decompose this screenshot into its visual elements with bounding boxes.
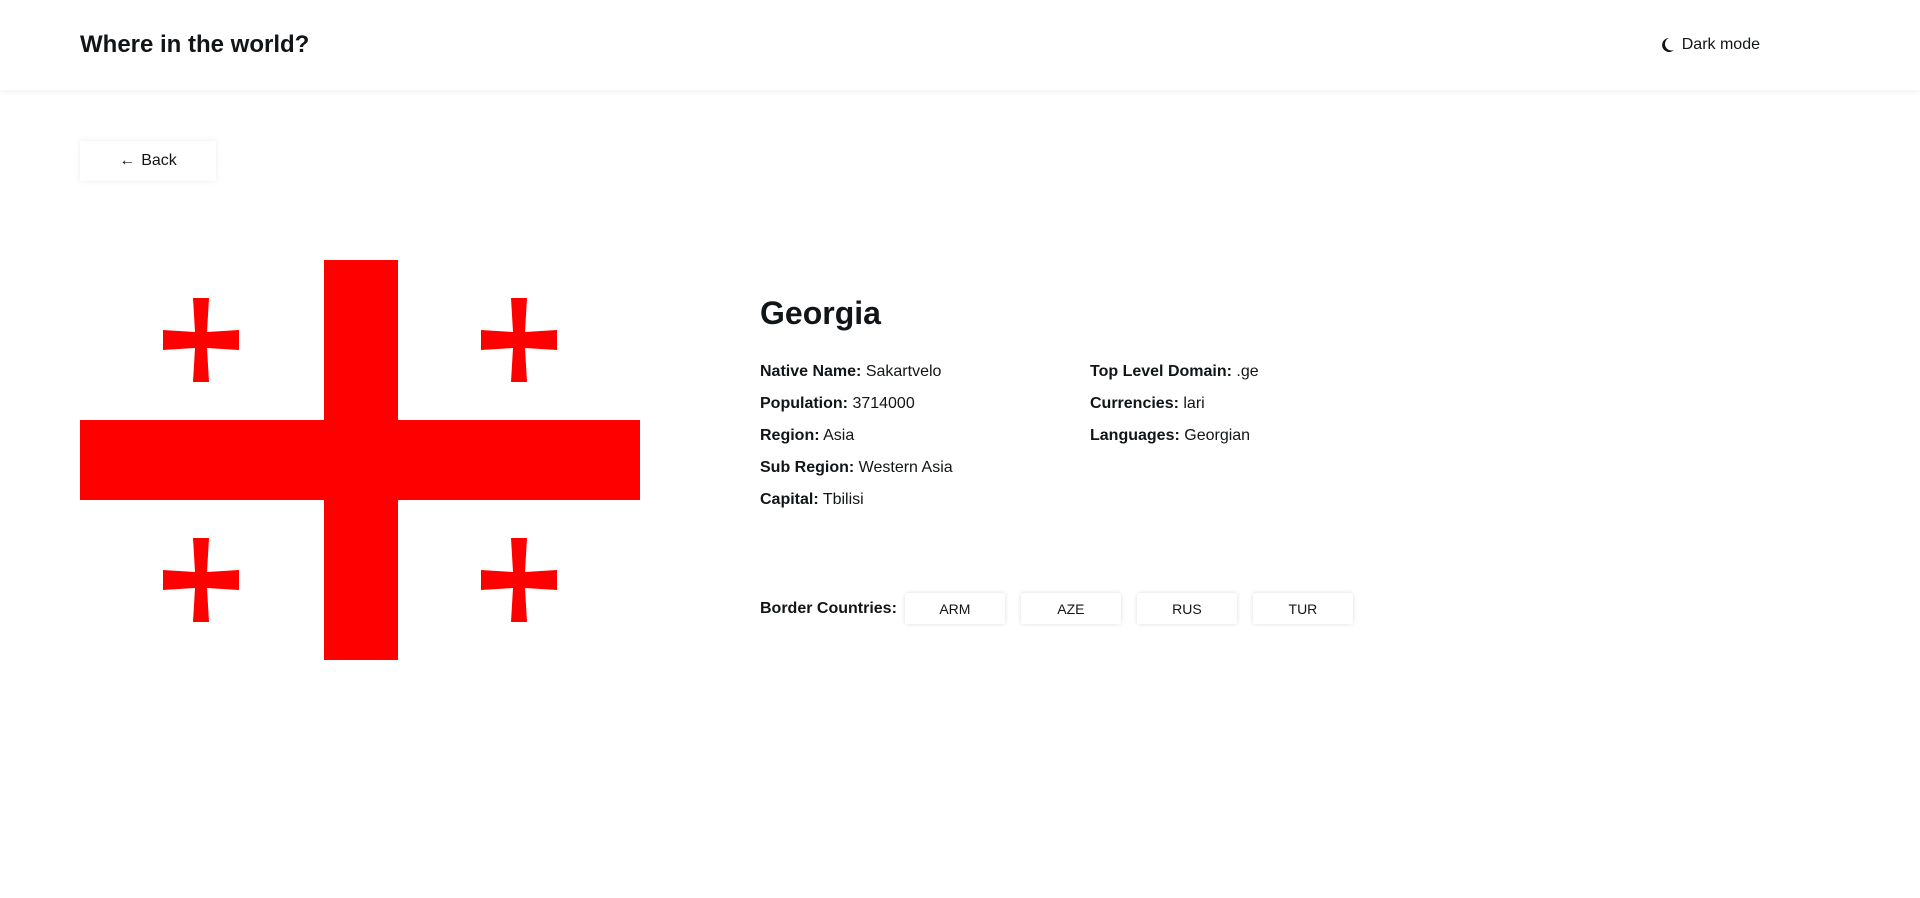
detail-value: Tbilisi bbox=[822, 491, 864, 508]
currencies-row: Currencies: lari bbox=[1090, 388, 1420, 420]
languages-row: Languages: Georgian bbox=[1090, 420, 1420, 452]
border-countries: Border Countries: ARM AZE RUS TUR bbox=[760, 593, 1369, 624]
border-countries-label: Border Countries: bbox=[760, 599, 897, 617]
detail-label: Languages: bbox=[1090, 427, 1180, 444]
arrow-left-icon: ← bbox=[119, 152, 136, 169]
border-country-chip[interactable]: AZE bbox=[1020, 593, 1121, 624]
country-details: Georgia Native Name: Sakartvelo Populati… bbox=[760, 295, 1560, 516]
back-button[interactable]: ← Back bbox=[80, 141, 216, 181]
country-name: Georgia bbox=[760, 295, 881, 331]
details-right-column: Top Level Domain: .ge Currencies: lari L… bbox=[1090, 356, 1420, 516]
detail-label: Population: bbox=[760, 395, 848, 412]
app-title: Where in the world? bbox=[80, 31, 310, 58]
detail-label: Sub Region: bbox=[760, 459, 855, 476]
moon-icon bbox=[1661, 38, 1674, 52]
capital-row: Capital: Tbilisi bbox=[760, 484, 1090, 516]
detail-value: Asia bbox=[823, 427, 855, 444]
detail-value: Georgian bbox=[1184, 427, 1251, 444]
detail-value: Sakartvelo bbox=[865, 363, 942, 380]
top-navbar: Where in the world? Dark mode bbox=[0, 0, 1920, 90]
detail-label: Top Level Domain: bbox=[1090, 363, 1232, 380]
detail-value: lari bbox=[1183, 395, 1205, 412]
detail-value: .ge bbox=[1236, 363, 1259, 380]
dark-mode-toggle[interactable]: Dark mode bbox=[1661, 36, 1760, 54]
top-level-domain-row: Top Level Domain: .ge bbox=[1090, 356, 1420, 388]
border-country-chip[interactable]: RUS bbox=[1136, 593, 1237, 624]
detail-label: Capital: bbox=[760, 491, 819, 508]
border-country-chip[interactable]: ARM bbox=[904, 593, 1005, 624]
detail-label: Region: bbox=[760, 427, 820, 444]
dark-mode-label: Dark mode bbox=[1681, 36, 1760, 53]
country-flag bbox=[80, 260, 640, 660]
detail-value: 3714000 bbox=[852, 395, 915, 412]
details-left-column: Native Name: Sakartvelo Population: 3714… bbox=[760, 356, 1090, 516]
population-row: Population: 3714000 bbox=[760, 388, 1090, 420]
detail-value: Western Asia bbox=[858, 459, 953, 476]
back-button-label: Back bbox=[141, 152, 177, 169]
sub-region-row: Sub Region: Western Asia bbox=[760, 452, 1090, 484]
native-name-row: Native Name: Sakartvelo bbox=[760, 356, 1090, 388]
border-country-chip[interactable]: TUR bbox=[1252, 593, 1353, 624]
region-row: Region: Asia bbox=[760, 420, 1090, 452]
detail-label: Currencies: bbox=[1090, 395, 1179, 412]
detail-label: Native Name: bbox=[760, 363, 862, 380]
